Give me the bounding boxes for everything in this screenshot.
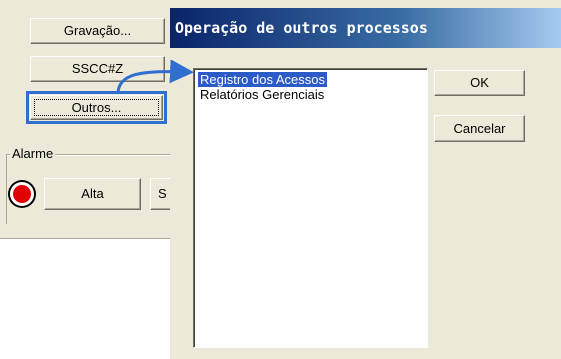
gravacao-label: Gravação... [63,23,132,38]
s-label: S [158,186,167,201]
alarm-alta-button[interactable]: Alta [44,178,141,210]
process-listbox[interactable]: Registro dos Acessos Relatórios Gerencia… [193,68,428,348]
dialog-title: Operação de outros processos [175,19,428,37]
ok-button[interactable]: OK [434,70,525,96]
panel-bottom-separator [0,238,172,240]
alta-label: Alta [81,186,104,201]
annotation-arrow-icon [116,60,194,93]
list-item-label: Registro dos Acessos [200,72,326,87]
cancel-label: Cancelar [453,121,506,136]
dialog-title-bar[interactable]: Operação de outros processos [170,8,561,48]
gravacao-button[interactable]: Gravação... [30,18,165,44]
cancel-button[interactable]: Cancelar [434,115,525,142]
alarm-group-border-left [6,154,7,224]
ok-label: OK [470,75,489,90]
alarm-led-icon [8,180,36,208]
list-item-label: Relatórios Gerenciais [200,87,325,102]
alarm-group-label: Alarme [10,146,56,161]
list-item[interactable]: Registro dos Acessos [198,72,328,87]
focus-rectangle [34,99,159,116]
list-item[interactable]: Relatórios Gerenciais [198,87,326,102]
